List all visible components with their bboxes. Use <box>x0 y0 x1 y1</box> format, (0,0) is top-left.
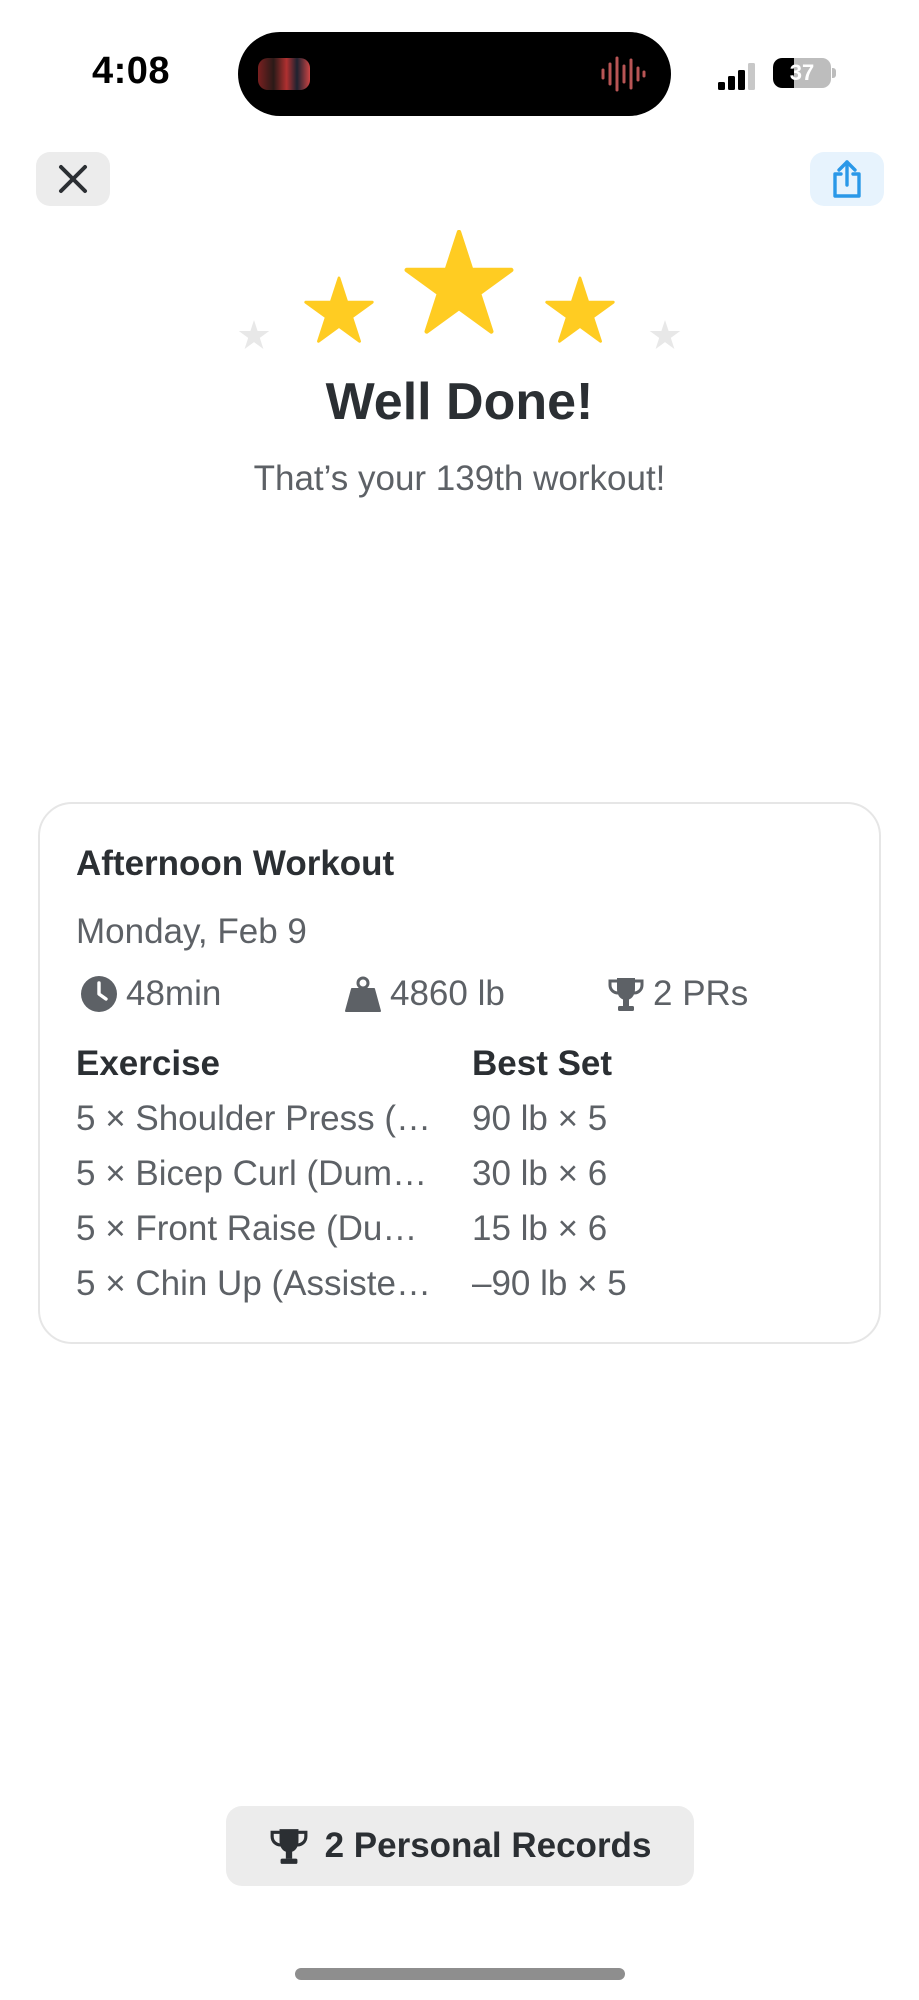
personal-records-label: 2 Personal Records <box>324 1826 652 1865</box>
star-icon-left <box>306 278 373 341</box>
clock-icon <box>81 976 117 1012</box>
celebration-subtitle: That’s your 139th workout! <box>253 459 666 498</box>
exercise-name: 5 × Front Raise (Du… <box>76 1209 418 1248</box>
dynamic-island[interactable] <box>238 32 671 116</box>
star-icon-center <box>407 232 512 331</box>
battery-nub <box>832 68 836 78</box>
audio-waveform-icon <box>601 56 646 92</box>
share-icon <box>833 160 861 198</box>
best-set-value: 90 lb × 5 <box>472 1099 608 1138</box>
cellular-signal-icon <box>718 63 755 90</box>
status-time: 4:08 <box>92 50 171 92</box>
personal-records-button[interactable]: 2 Personal Records <box>226 1806 694 1886</box>
exercise-column-header: Exercise <box>76 1044 221 1083</box>
home-indicator[interactable] <box>295 1968 625 1980</box>
now-playing-artwork[interactable] <box>258 58 310 90</box>
best-set-value: 15 lb × 6 <box>472 1209 608 1248</box>
prs-stat: 2 PRs <box>607 974 748 1014</box>
trophy-icon <box>608 978 644 1011</box>
achievement-stars <box>238 230 681 360</box>
best-set-value: 30 lb × 6 <box>472 1154 608 1193</box>
best-set-column-header: Best Set <box>472 1044 613 1083</box>
battery-icon: 37 <box>773 58 831 88</box>
celebration-title: Well Done! <box>325 373 594 431</box>
star-icon-left-faint <box>238 320 270 349</box>
workout-title: Afternoon Workout <box>76 844 395 883</box>
close-icon <box>59 165 87 193</box>
trophy-icon <box>270 1829 308 1864</box>
workout-summary-card[interactable]: Afternoon Workout Monday, Feb 9 48min 48… <box>38 802 881 1344</box>
exercise-name: 5 × Shoulder Press (… <box>76 1099 432 1138</box>
battery-percentage: 37 <box>789 60 815 85</box>
close-button[interactable] <box>36 152 110 206</box>
volume-stat: 4860 lb <box>344 974 505 1014</box>
exercise-name: 5 × Bicep Curl (Dum… <box>76 1154 428 1193</box>
duration-value: 48min <box>126 974 222 1013</box>
exercise-name: 5 × Chin Up (Assiste… <box>76 1264 431 1303</box>
prs-value: 2 PRs <box>653 974 749 1013</box>
volume-value: 4860 lb <box>390 974 505 1013</box>
duration-stat: 48min <box>80 974 221 1014</box>
star-icon-right <box>547 278 614 341</box>
star-icon-right-faint <box>649 320 681 349</box>
workout-date: Monday, Feb 9 <box>76 912 307 951</box>
share-button[interactable] <box>810 152 884 206</box>
weight-icon <box>345 976 381 1012</box>
best-set-value: –90 lb × 5 <box>472 1264 627 1303</box>
